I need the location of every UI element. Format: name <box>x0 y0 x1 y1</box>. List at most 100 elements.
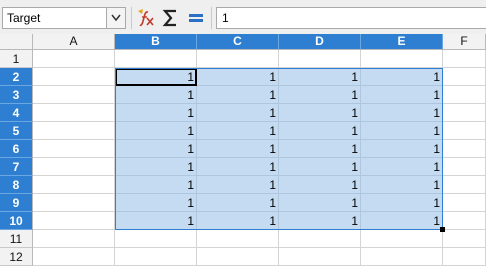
cell-e7[interactable]: 1 <box>361 158 443 176</box>
cell-a9[interactable] <box>33 194 115 212</box>
cell-b2[interactable]: 1 <box>115 68 197 86</box>
cell-e4[interactable]: 1 <box>361 104 443 122</box>
column-header-c[interactable]: C <box>197 34 279 50</box>
cell-a11[interactable] <box>33 230 115 248</box>
row-header-5[interactable]: 5 <box>0 122 33 140</box>
cell-c1[interactable] <box>197 50 279 68</box>
cell-f2[interactable] <box>443 68 486 86</box>
cell-d8[interactable]: 1 <box>279 176 361 194</box>
cell-b4[interactable]: 1 <box>115 104 197 122</box>
cell-c8[interactable]: 1 <box>197 176 279 194</box>
cell-e9[interactable]: 1 <box>361 194 443 212</box>
cell-b6[interactable]: 1 <box>115 140 197 158</box>
cell-d6[interactable]: 1 <box>279 140 361 158</box>
column-header-f[interactable]: F <box>443 34 486 50</box>
row-header-6[interactable]: 6 <box>0 140 33 158</box>
cell-d2[interactable]: 1 <box>279 68 361 86</box>
row-header-10[interactable]: 10 <box>0 212 33 230</box>
cell-c12[interactable] <box>197 248 279 266</box>
cell-b3[interactable]: 1 <box>115 86 197 104</box>
name-box-value[interactable]: Target <box>7 11 40 25</box>
cell-f6[interactable] <box>443 140 486 158</box>
cell-a2[interactable] <box>33 68 115 86</box>
cell-f11[interactable] <box>443 230 486 248</box>
name-box-dropdown-button[interactable] <box>106 8 125 28</box>
column-header-b[interactable]: B <box>115 34 197 50</box>
cell-f10[interactable] <box>443 212 486 230</box>
column-header-d[interactable]: D <box>279 34 361 50</box>
cell-c6[interactable]: 1 <box>197 140 279 158</box>
cell-e2[interactable]: 1 <box>361 68 443 86</box>
cell-d4[interactable]: 1 <box>279 104 361 122</box>
cell-e3[interactable]: 1 <box>361 86 443 104</box>
cell-d7[interactable]: 1 <box>279 158 361 176</box>
cell-d1[interactable] <box>279 50 361 68</box>
cell-f5[interactable] <box>443 122 486 140</box>
cell-b9[interactable]: 1 <box>115 194 197 212</box>
cell-d11[interactable] <box>279 230 361 248</box>
cell-d3[interactable]: 1 <box>279 86 361 104</box>
cell-b5[interactable]: 1 <box>115 122 197 140</box>
row-header-11[interactable]: 11 <box>0 230 33 248</box>
cell-c3[interactable]: 1 <box>197 86 279 104</box>
autofill-handle[interactable] <box>440 227 445 232</box>
cell-a8[interactable] <box>33 176 115 194</box>
cell-c7[interactable]: 1 <box>197 158 279 176</box>
cell-c11[interactable] <box>197 230 279 248</box>
cell-a10[interactable] <box>33 212 115 230</box>
row-header-3[interactable]: 3 <box>0 86 33 104</box>
row-header-1[interactable]: 1 <box>0 50 33 68</box>
cell-b7[interactable]: 1 <box>115 158 197 176</box>
cell-f12[interactable] <box>443 248 486 266</box>
cell-e12[interactable] <box>361 248 443 266</box>
cell-d10[interactable]: 1 <box>279 212 361 230</box>
cell-b10[interactable]: 1 <box>115 212 197 230</box>
cell-b1[interactable] <box>115 50 197 68</box>
cell-e8[interactable]: 1 <box>361 176 443 194</box>
cell-d9[interactable]: 1 <box>279 194 361 212</box>
select-all-corner[interactable] <box>0 34 33 50</box>
column-header-e[interactable]: E <box>361 34 443 50</box>
cell-e1[interactable] <box>361 50 443 68</box>
sum-button[interactable] <box>160 7 182 29</box>
cell-f7[interactable] <box>443 158 486 176</box>
cell-e6[interactable]: 1 <box>361 140 443 158</box>
cell-a4[interactable] <box>33 104 115 122</box>
formula-button[interactable] <box>185 7 207 29</box>
cell-f8[interactable] <box>443 176 486 194</box>
cell-f4[interactable] <box>443 104 486 122</box>
function-wizard-button[interactable] <box>135 7 157 29</box>
cell-c9[interactable]: 1 <box>197 194 279 212</box>
cell-c4[interactable]: 1 <box>197 104 279 122</box>
cell-a1[interactable] <box>33 50 115 68</box>
row-header-12[interactable]: 12 <box>0 248 33 266</box>
cell-e5[interactable]: 1 <box>361 122 443 140</box>
cell-a5[interactable] <box>33 122 115 140</box>
cell-a7[interactable] <box>33 158 115 176</box>
cell-c5[interactable]: 1 <box>197 122 279 140</box>
row-header-7[interactable]: 7 <box>0 158 33 176</box>
cell-a6[interactable] <box>33 140 115 158</box>
formula-input[interactable]: 1 <box>216 7 486 29</box>
cell-a12[interactable] <box>33 248 115 266</box>
cell-f1[interactable] <box>443 50 486 68</box>
column-header-a[interactable]: A <box>33 34 115 50</box>
row-header-2[interactable]: 2 <box>0 68 33 86</box>
name-box[interactable]: Target <box>2 7 126 29</box>
cell-d5[interactable]: 1 <box>279 122 361 140</box>
cell-b11[interactable] <box>115 230 197 248</box>
cell-c2[interactable]: 1 <box>197 68 279 86</box>
cell-f9[interactable] <box>443 194 486 212</box>
row-header-8[interactable]: 8 <box>0 176 33 194</box>
row-header-4[interactable]: 4 <box>0 104 33 122</box>
cell-a3[interactable] <box>33 86 115 104</box>
cell-f3[interactable] <box>443 86 486 104</box>
cell-b12[interactable] <box>115 248 197 266</box>
cell-e10[interactable]: 1 <box>361 212 443 230</box>
cell-b8[interactable]: 1 <box>115 176 197 194</box>
formula-input-value[interactable]: 1 <box>222 11 229 25</box>
cell-c10[interactable]: 1 <box>197 212 279 230</box>
cell-e11[interactable] <box>361 230 443 248</box>
row-header-9[interactable]: 9 <box>0 194 33 212</box>
cell-d12[interactable] <box>279 248 361 266</box>
